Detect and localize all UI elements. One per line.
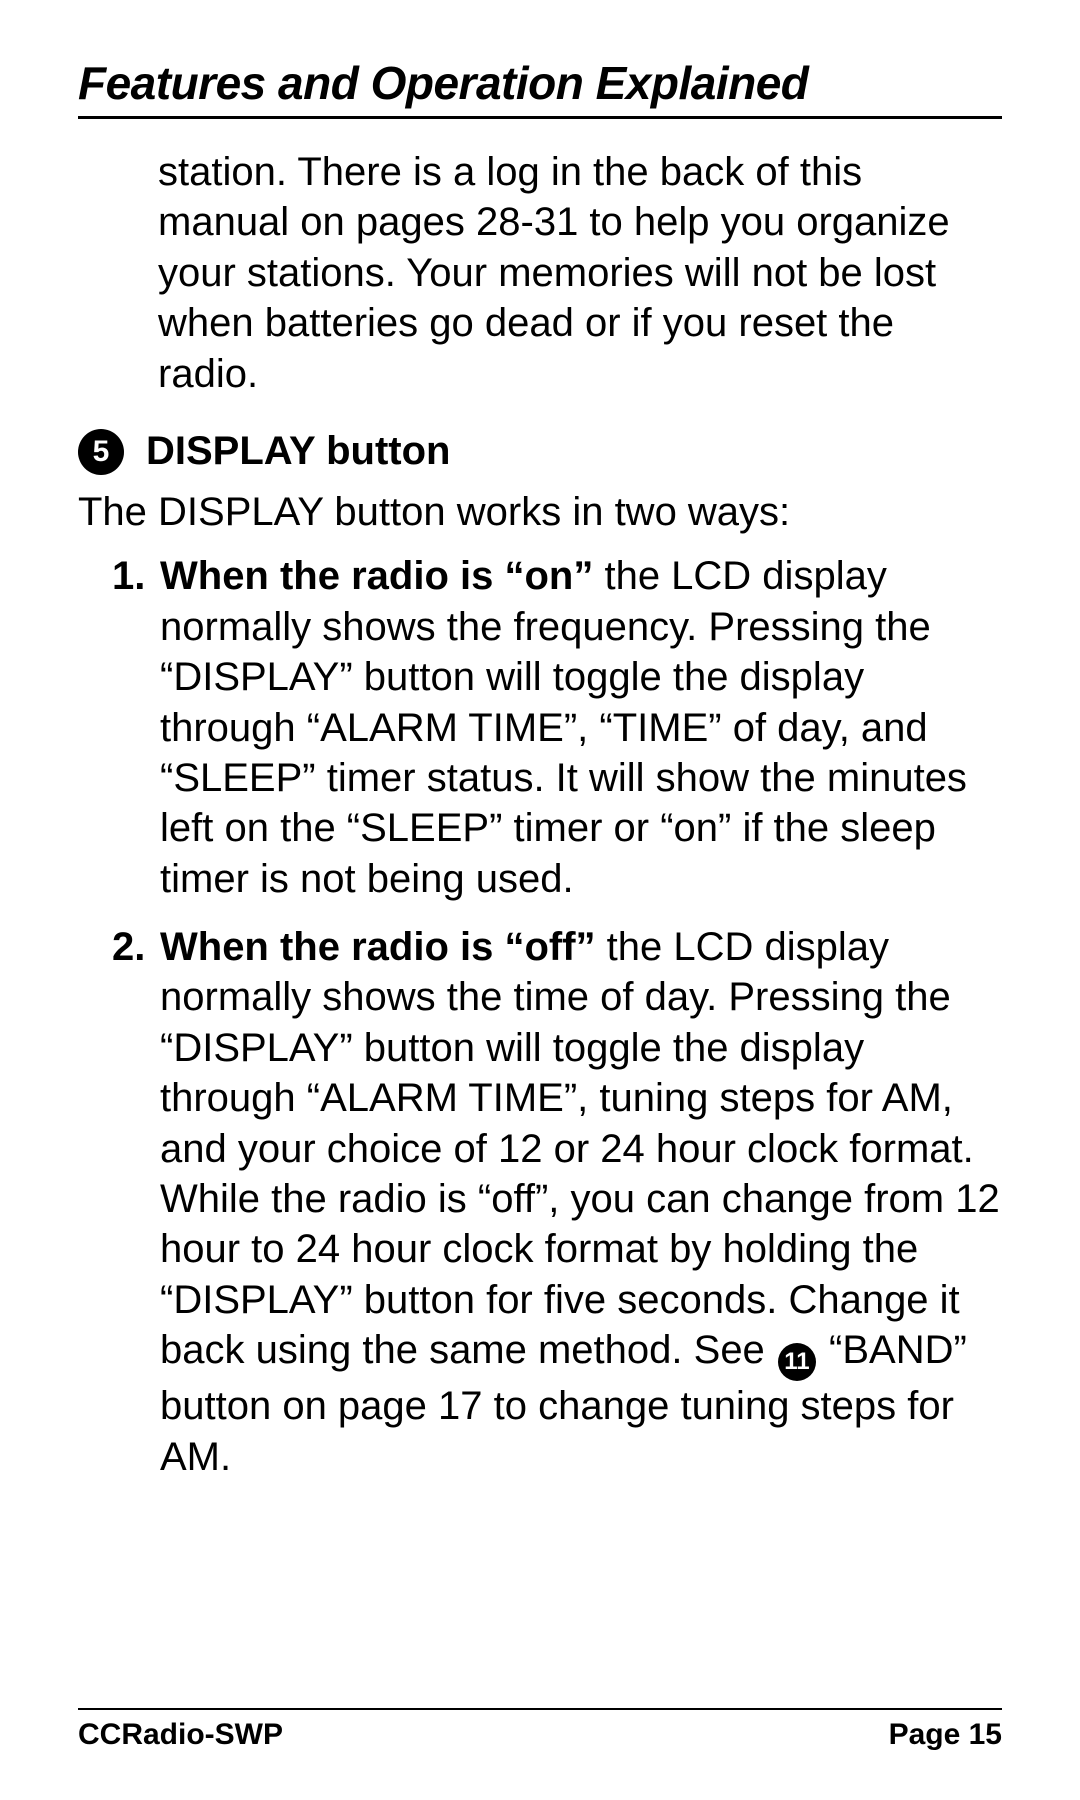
item-5-title: DISPLAY button: [146, 429, 450, 474]
item-5-header: 5 DISPLAY button: [78, 429, 1002, 475]
list-item-body: the LCD display normally shows the frequ…: [160, 554, 967, 900]
footer-model: CCRadio-SWP: [78, 1718, 283, 1752]
list-item-lead: When the radio is “off”: [160, 925, 596, 969]
list-item: When the radio is “on” the LCD display n…: [112, 551, 1002, 904]
item-5-intro: The DISPLAY button works in two ways:: [78, 487, 1002, 537]
page-body: Features and Operation Explained station…: [78, 56, 1002, 1720]
footer-page-number: Page 15: [889, 1718, 1002, 1752]
list-item-body-part1: the LCD display normally shows the time …: [160, 925, 1000, 1372]
page-footer: CCRadio-SWP Page 15: [78, 1708, 1002, 1752]
item-5-list: When the radio is “on” the LCD display n…: [112, 551, 1002, 1482]
list-item-lead: When the radio is “on”: [160, 554, 593, 598]
carryover-paragraph: station. There is a log in the back of t…: [158, 147, 1002, 399]
circled-number-11-icon: 11: [778, 1343, 816, 1381]
section-title: Features and Operation Explained: [78, 56, 1002, 119]
circled-number-5-icon: 5: [78, 429, 124, 475]
list-item: When the radio is “off” the LCD display …: [112, 922, 1002, 1482]
